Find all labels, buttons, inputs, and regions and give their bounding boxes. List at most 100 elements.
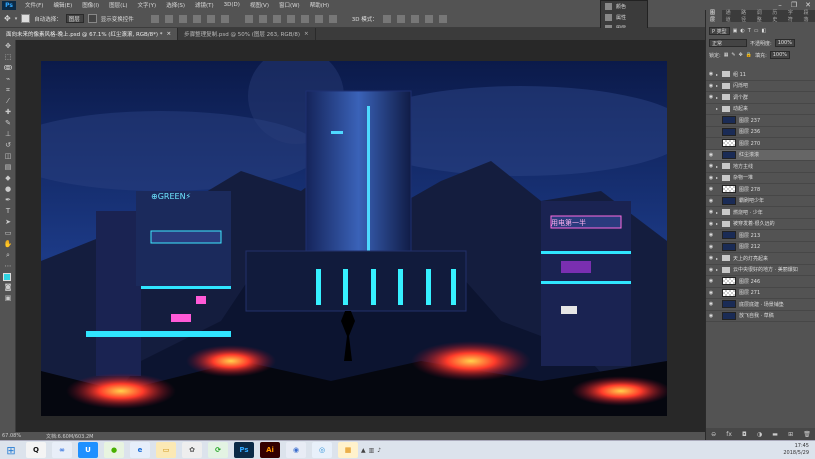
opacity-field[interactable]: 100% <box>774 39 795 47</box>
visibility-eye-icon[interactable]: ◉ <box>706 232 716 238</box>
healing-brush-tool-icon[interactable]: ✚ <box>2 107 14 117</box>
edit-toolbar-icon[interactable]: ⋯ <box>2 261 14 271</box>
tab-paths[interactable]: 路径 <box>737 9 753 23</box>
tab-layers[interactable]: 图层 <box>706 10 722 23</box>
distribute-vcenter-icon[interactable] <box>258 14 267 23</box>
dodge-tool-icon[interactable]: ● <box>2 184 14 194</box>
visibility-eye-icon[interactable]: ◉ <box>706 301 716 307</box>
menu-edit[interactable]: 编辑(E) <box>48 1 77 9</box>
gradient-tool-icon[interactable]: ▤ <box>2 162 14 172</box>
tab-document-1[interactable]: 面向未来的像素风格-晚上.psd @ 67.1% (红尘滚滚, RGB/8*) … <box>0 28 179 40</box>
filter-image-icon[interactable]: ▣ <box>733 28 738 34</box>
align-top-icon[interactable] <box>150 14 159 23</box>
menu-filter[interactable]: 滤镜(T) <box>190 1 219 9</box>
layer-row[interactable]: ◉ 底层底建 · 场景铺垫 <box>706 299 815 311</box>
type-tool-icon[interactable]: T <box>2 206 14 216</box>
layer-row[interactable]: 图层 270 <box>706 138 815 150</box>
show-transform-checkbox[interactable] <box>87 14 97 23</box>
zoom-level[interactable]: 67.08% <box>0 433 40 439</box>
clone-stamp-tool-icon[interactable]: ⊥ <box>2 129 14 139</box>
menu-help[interactable]: 帮助(H) <box>305 1 334 9</box>
visibility-eye-icon[interactable]: ◉ <box>706 209 716 215</box>
crop-tool-icon[interactable]: ⌗ <box>2 85 14 95</box>
menu-view[interactable]: 视图(V) <box>245 1 274 9</box>
layer-row[interactable]: ◉ ▸ 云中央很好的地方 · 美丽爆如 <box>706 265 815 276</box>
layer-row[interactable]: ◉ 图层 212 <box>706 242 815 253</box>
layer-row[interactable]: ◉ ▸ 组 11 <box>706 69 815 81</box>
layer-row[interactable]: ◉ 图层 213 <box>706 230 815 242</box>
filter-shape-icon[interactable]: ▭ <box>754 28 759 34</box>
menu-select[interactable]: 选择(S) <box>161 1 190 9</box>
taskbar-app-icon[interactable]: e <box>130 442 150 458</box>
eraser-tool-icon[interactable]: ◫ <box>2 151 14 161</box>
tool-preset-chevron-icon[interactable]: ▾ <box>15 16 18 22</box>
lock-paint-icon[interactable]: ✎ <box>731 52 735 58</box>
layer-row[interactable]: ◉ ▸ 燃烧吧 · 少年 <box>706 207 815 219</box>
auto-select-dropdown[interactable]: 图层 <box>65 14 84 23</box>
close-icon[interactable]: × <box>167 31 172 37</box>
move-tool-icon[interactable]: ✥ <box>2 41 14 51</box>
menu-layer[interactable]: 图层(L) <box>104 1 132 9</box>
blur-tool-icon[interactable]: ◆ <box>2 173 14 183</box>
layer-kind-filter[interactable]: P 类型 <box>709 27 730 35</box>
taskbar-app-icon[interactable]: U <box>78 442 98 458</box>
align-hcenter-icon[interactable] <box>206 14 215 23</box>
visibility-eye-icon[interactable]: ◉ <box>706 221 716 227</box>
tray-arrow-icon[interactable]: ▲ <box>361 447 366 454</box>
layer-row[interactable]: ◉ 霸刷吧少年 <box>706 196 815 207</box>
tab-channels[interactable]: 通道 <box>722 9 738 23</box>
visibility-eye-icon[interactable]: ◉ <box>706 267 716 273</box>
layer-row[interactable]: 图层 237 <box>706 115 815 127</box>
clock[interactable]: 17:45 2018/5/29 <box>783 443 809 457</box>
shape-tool-icon[interactable]: ▭ <box>2 228 14 238</box>
visibility-eye-icon[interactable]: ◉ <box>706 71 716 77</box>
taskbar-app-icon[interactable]: ◎ <box>312 442 332 458</box>
taskbar-app-icon[interactable]: Q <box>26 442 46 458</box>
visibility-eye-icon[interactable]: ◉ <box>706 83 716 89</box>
visibility-eye-icon[interactable]: ◉ <box>706 94 716 100</box>
visibility-eye-icon[interactable]: ◉ <box>706 198 716 204</box>
tab-character[interactable]: 字符 <box>784 9 800 23</box>
taskbar-app-icon[interactable]: ◉ <box>286 442 306 458</box>
marquee-tool-icon[interactable]: ⬚ <box>2 52 14 62</box>
layer-row[interactable]: ◉ 图层 278 <box>706 184 815 196</box>
layer-row[interactable]: ◉ 红尘滚滚 <box>706 149 815 161</box>
foreground-color-swatch[interactable] <box>3 273 11 281</box>
align-right-icon[interactable] <box>220 14 229 23</box>
visibility-eye-icon[interactable]: ◉ <box>706 313 716 319</box>
taskbar-app-icon[interactable]: ● <box>104 442 124 458</box>
move-tool-icon[interactable]: ✥ <box>4 14 11 23</box>
layer-row[interactable]: ◉ 图层 246 <box>706 276 815 288</box>
3d-rotate-icon[interactable] <box>382 14 391 23</box>
layer-row[interactable]: ◉ 图层 271 <box>706 288 815 299</box>
align-vcenter-icon[interactable] <box>164 14 173 23</box>
lock-all-icon[interactable]: 🔒 <box>746 52 752 58</box>
menu-window[interactable]: 窗口(W) <box>274 1 305 9</box>
menu-type[interactable]: 文字(Y) <box>133 1 162 9</box>
filter-smart-icon[interactable]: ◧ <box>762 28 767 34</box>
visibility-eye-icon[interactable]: ◉ <box>706 278 716 284</box>
filter-type-icon[interactable]: T <box>748 28 751 34</box>
menu-3d[interactable]: 3D(D) <box>219 2 245 8</box>
layer-style-icon[interactable]: fx <box>726 431 732 438</box>
close-icon[interactable]: × <box>304 31 309 37</box>
tab-history[interactable]: 历史 <box>768 9 784 23</box>
distribute-left-icon[interactable] <box>286 14 295 23</box>
auto-align-icon[interactable] <box>328 14 337 23</box>
layer-row[interactable]: ◉ ▸ 闪烁吧 <box>706 81 815 92</box>
quick-mask-icon[interactable]: ◙ <box>2 282 14 292</box>
tab-paragraph[interactable]: 段落 <box>799 9 815 23</box>
tab-adjustments[interactable]: 调整 <box>753 9 769 23</box>
zoom-tool-icon[interactable]: ⌕ <box>2 250 14 260</box>
distribute-top-icon[interactable] <box>244 14 253 23</box>
align-left-icon[interactable] <box>192 14 201 23</box>
taskbar-app-icon[interactable]: ▭ <box>156 442 176 458</box>
layer-row[interactable]: ◉ ▸ 杂物一堆 <box>706 173 815 184</box>
layer-row[interactable]: ◉ ▸ 被穿发着·很久远的 <box>706 219 815 230</box>
visibility-eye-icon[interactable]: ◉ <box>706 152 716 158</box>
fill-field[interactable]: 100% <box>769 51 791 59</box>
distribute-right-icon[interactable] <box>314 14 323 23</box>
visibility-eye-icon[interactable]: ◉ <box>706 163 716 169</box>
brush-tool-icon[interactable]: ✎ <box>2 118 14 128</box>
align-bottom-icon[interactable] <box>178 14 187 23</box>
